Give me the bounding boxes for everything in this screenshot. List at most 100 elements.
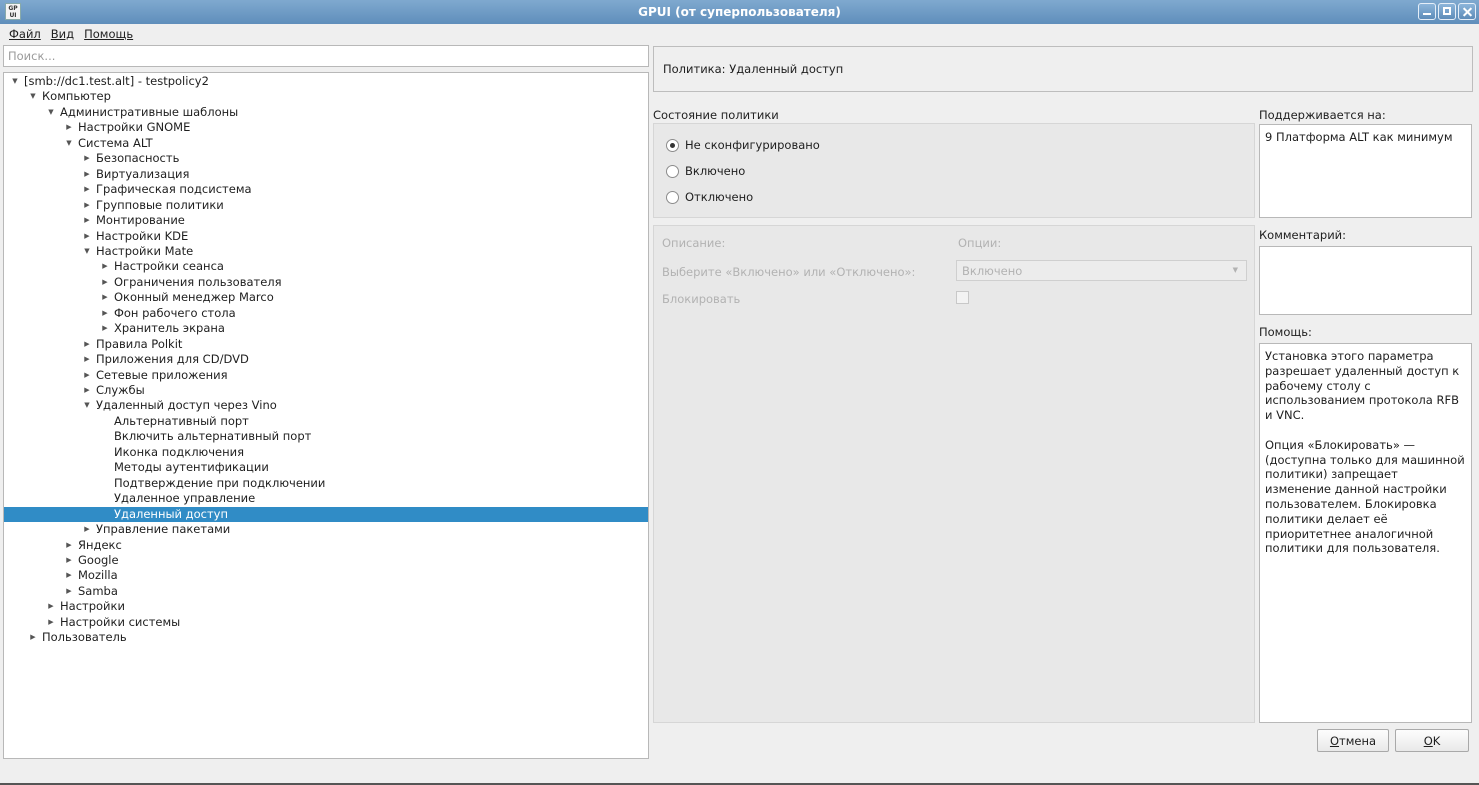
collapsed-arrow-icon[interactable]: ▶ <box>64 568 74 583</box>
expanded-arrow-icon[interactable]: ▼ <box>64 136 74 151</box>
tree-item[interactable]: ▶ Оконный менеджер Marco <box>4 290 648 306</box>
radio-not-configured[interactable]: Не сконфигурировано <box>666 138 820 152</box>
collapsed-arrow-icon[interactable]: ▶ <box>46 599 56 614</box>
tree-item[interactable]: ▶ Настройки <box>4 599 648 615</box>
radio-disabled-label: Отключено <box>685 190 754 204</box>
collapsed-arrow-icon[interactable]: ▶ <box>82 337 92 352</box>
collapsed-arrow-icon[interactable]: ▶ <box>82 522 92 537</box>
tree-item-label: Управление пакетами <box>96 522 231 537</box>
collapsed-arrow-icon[interactable]: ▶ <box>82 352 92 367</box>
radio-enabled-label: Включено <box>685 164 746 178</box>
tree-item[interactable]: Удаленный доступ <box>4 506 648 523</box>
tree-item[interactable]: ▶ Mozilla <box>4 568 648 584</box>
radio-unchecked-icon[interactable] <box>666 190 679 204</box>
menu-help[interactable]: Помощь <box>79 27 138 41</box>
tree-item[interactable]: ▶ Яндекс <box>4 538 648 554</box>
expanded-arrow-icon[interactable]: ▼ <box>82 398 92 413</box>
collapsed-arrow-icon[interactable]: ▶ <box>82 182 92 197</box>
collapsed-arrow-icon[interactable]: ▶ <box>100 275 110 290</box>
tree-item[interactable]: ▶ Графическая подсистема <box>4 182 648 198</box>
collapsed-arrow-icon[interactable]: ▶ <box>100 321 110 336</box>
tree-item[interactable]: ▶ Пользователь <box>4 630 648 646</box>
tree-item-label: Оконный менеджер Marco <box>114 290 274 305</box>
ok-button[interactable]: OK <box>1395 729 1469 752</box>
expanded-arrow-icon[interactable]: ▼ <box>28 89 38 104</box>
tree-item[interactable]: ▶ Правила Polkit <box>4 337 648 353</box>
comment-input[interactable] <box>1259 246 1472 315</box>
tree-item-label: Подтверждение при подключении <box>114 475 326 490</box>
collapsed-arrow-icon[interactable]: ▶ <box>100 306 110 321</box>
tree-item[interactable]: Иконка подключения <box>4 445 648 461</box>
collapsed-arrow-icon[interactable]: ▶ <box>82 167 92 182</box>
tree-item[interactable]: ▶ Настройки KDE <box>4 229 648 245</box>
tree-item[interactable]: ▶ Монтирование <box>4 213 648 229</box>
tree-item[interactable]: ▶ Настройки системы <box>4 615 648 631</box>
tree-item[interactable]: ▶ Службы <box>4 383 648 399</box>
tree-item[interactable]: ▶ Samba <box>4 584 648 600</box>
collapsed-arrow-icon[interactable]: ▶ <box>82 151 92 166</box>
collapsed-arrow-icon[interactable]: ▶ <box>82 229 92 244</box>
radio-checked-icon[interactable] <box>666 138 679 152</box>
policy-tree[interactable]: ▼ [smb://dc1.test.alt] - testpolicy2 ▼ Комп… <box>3 72 649 759</box>
expanded-arrow-icon[interactable]: ▼ <box>82 244 92 259</box>
choose-select[interactable]: Включено ▼ <box>956 260 1247 281</box>
tree-item[interactable]: Подтверждение при подключении <box>4 476 648 492</box>
collapsed-arrow-icon[interactable]: ▶ <box>46 615 56 630</box>
tree-item-label: Компьютер <box>42 89 111 104</box>
tree-item[interactable]: ▼ Удаленный доступ через Vino <box>4 398 648 414</box>
tree-item[interactable]: Удаленное управление <box>4 491 648 507</box>
window-title: GPUI (от суперпользователя) <box>638 5 841 19</box>
close-icon[interactable] <box>1458 3 1476 20</box>
tree-item[interactable]: ▼ Система ALT <box>4 136 648 152</box>
radio-disabled[interactable]: Отключено <box>666 190 753 204</box>
radio-unchecked-icon[interactable] <box>666 164 679 178</box>
collapsed-arrow-icon[interactable]: ▶ <box>64 538 74 553</box>
radio-enabled[interactable]: Включено <box>666 164 745 178</box>
collapsed-arrow-icon[interactable]: ▶ <box>64 553 74 568</box>
collapsed-arrow-icon[interactable]: ▶ <box>64 584 74 599</box>
maximize-icon[interactable] <box>1438 3 1456 20</box>
tree-item[interactable]: ▶ Хранитель экрана <box>4 321 648 337</box>
tree-item[interactable]: Включить альтернативный порт <box>4 429 648 445</box>
tree-item-label: Удаленный доступ через Vino <box>96 398 277 413</box>
tree-item[interactable]: ▶ Групповые политики <box>4 198 648 214</box>
tree-item[interactable]: ▼ Административные шаблоны <box>4 105 648 121</box>
tree-item[interactable]: ▶ Сетевые приложения <box>4 368 648 384</box>
search-input[interactable] <box>3 45 649 67</box>
tree-item[interactable]: Альтернативный порт <box>4 414 648 430</box>
tree-item[interactable]: ▶ Управление пакетами <box>4 522 648 538</box>
comment-label: Комментарий: <box>1259 228 1347 242</box>
window-controls <box>1418 3 1476 20</box>
collapsed-arrow-icon[interactable]: ▶ <box>82 198 92 213</box>
collapsed-arrow-icon[interactable]: ▶ <box>28 630 38 645</box>
tree-item[interactable]: ▶ Виртуализация <box>4 167 648 183</box>
expanded-arrow-icon[interactable]: ▼ <box>46 105 56 120</box>
expanded-arrow-icon[interactable]: ▼ <box>10 74 20 89</box>
tree-item[interactable]: Методы аутентификации <box>4 460 648 476</box>
tree-item[interactable]: ▼ Компьютер <box>4 89 648 105</box>
tree-item[interactable]: ▶ Настройки GNOME <box>4 120 648 136</box>
tree-item[interactable]: ▶ Google <box>4 553 648 569</box>
tree-item-label: Сетевые приложения <box>96 367 228 382</box>
tree-item-label: Настройки KDE <box>96 228 189 243</box>
tree-item[interactable]: ▼ Настройки Mate <box>4 244 648 260</box>
tree-item-label: Удаленное управление <box>114 491 256 506</box>
menu-view[interactable]: Вид <box>46 27 79 41</box>
tree-item[interactable]: ▼ [smb://dc1.test.alt] - testpolicy2 <box>4 74 648 90</box>
collapsed-arrow-icon[interactable]: ▶ <box>82 368 92 383</box>
tree-item[interactable]: ▶ Безопасность <box>4 151 648 167</box>
tree-item[interactable]: ▶ Приложения для CD/DVD <box>4 352 648 368</box>
tree-item[interactable]: ▶ Настройки сеанса <box>4 259 648 275</box>
collapsed-arrow-icon[interactable]: ▶ <box>100 259 110 274</box>
collapsed-arrow-icon[interactable]: ▶ <box>82 213 92 228</box>
tree-item[interactable]: ▶ Ограничения пользователя <box>4 275 648 291</box>
lock-checkbox[interactable] <box>956 291 969 304</box>
menu-file[interactable]: Файл <box>4 27 46 41</box>
collapsed-arrow-icon[interactable]: ▶ <box>100 290 110 305</box>
minimize-icon[interactable] <box>1418 3 1436 20</box>
policy-options-panel: Описание: Опции: Выберите «Включено» или… <box>653 225 1255 723</box>
collapsed-arrow-icon[interactable]: ▶ <box>82 383 92 398</box>
cancel-button[interactable]: Отмена <box>1317 729 1389 752</box>
tree-item[interactable]: ▶ Фон рабочего стола <box>4 306 648 322</box>
collapsed-arrow-icon[interactable]: ▶ <box>64 120 74 135</box>
